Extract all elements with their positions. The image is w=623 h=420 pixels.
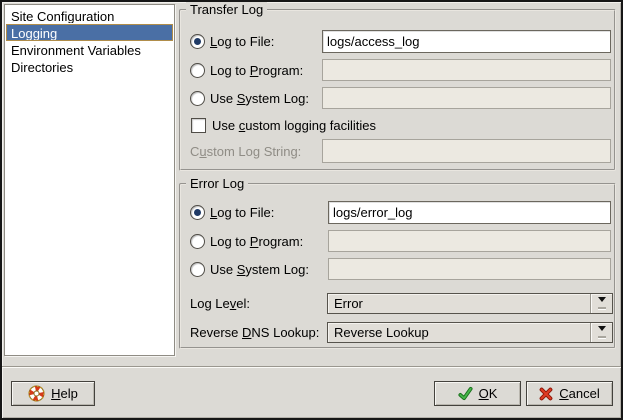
transfer-log-to-program-row: Log to Program: bbox=[190, 59, 611, 81]
reverse-dns-dropdown-button[interactable] bbox=[590, 323, 612, 342]
log-level-value: Error bbox=[328, 296, 590, 311]
transfer-system-log-input bbox=[322, 87, 611, 109]
help-button-label: Help bbox=[51, 386, 78, 401]
log-level-label: Log Level: bbox=[190, 296, 327, 311]
reverse-dns-dropdown[interactable]: Reverse Lookup bbox=[327, 322, 613, 343]
sidebar-item-directories[interactable]: Directories bbox=[6, 58, 173, 75]
logging-dialog: Site Configuration Logging Environment V… bbox=[0, 0, 623, 420]
custom-facilities-row: Use custom logging facilities bbox=[191, 116, 611, 134]
reverse-dns-row: Reverse DNS Lookup: Reverse Lookup bbox=[190, 322, 613, 343]
ok-button-label: OK bbox=[479, 386, 498, 401]
transfer-log-program-input bbox=[322, 59, 611, 81]
custom-facilities-label: Use custom logging facilities bbox=[212, 118, 376, 133]
reverse-dns-label: Reverse DNS Lookup: bbox=[190, 325, 327, 340]
ok-check-icon bbox=[458, 386, 473, 401]
help-button[interactable]: Help bbox=[11, 381, 95, 406]
error-use-system-log-radio[interactable] bbox=[190, 262, 205, 277]
chevron-down-icon bbox=[598, 326, 606, 335]
custom-log-string-input bbox=[322, 139, 611, 163]
sidebar-item-environment-variables[interactable]: Environment Variables bbox=[6, 41, 173, 58]
error-log-to-program-label: Log to Program: bbox=[210, 234, 328, 249]
menu-dash-icon bbox=[598, 307, 606, 310]
transfer-log-frame-title: Transfer Log bbox=[186, 2, 267, 18]
transfer-log-to-file-radio[interactable] bbox=[190, 34, 205, 49]
custom-log-string-row: Custom Log String: bbox=[190, 139, 611, 163]
transfer-log-frame: Transfer Log Log to File: Log to Program… bbox=[179, 9, 616, 171]
error-use-system-log-label: Use System Log: bbox=[210, 262, 328, 277]
transfer-log-to-file-label: Log to File: bbox=[210, 34, 322, 49]
error-log-file-input[interactable] bbox=[328, 201, 611, 224]
cancel-button-label: Cancel bbox=[559, 386, 599, 401]
transfer-log-file-input[interactable] bbox=[322, 30, 611, 53]
custom-log-string-label: Custom Log String: bbox=[190, 144, 322, 159]
help-lifebuoy-icon bbox=[28, 385, 45, 402]
cancel-x-icon bbox=[539, 387, 553, 401]
custom-facilities-checkbox[interactable] bbox=[191, 118, 206, 133]
transfer-use-system-log-radio[interactable] bbox=[190, 91, 205, 106]
error-log-program-input bbox=[328, 230, 611, 252]
error-log-to-program-row: Log to Program: bbox=[190, 230, 611, 252]
cancel-button[interactable]: Cancel bbox=[526, 381, 613, 406]
error-use-system-log-row: Use System Log: bbox=[190, 258, 611, 280]
transfer-use-system-log-row: Use System Log: bbox=[190, 87, 611, 109]
log-level-dropdown[interactable]: Error bbox=[327, 293, 613, 314]
chevron-down-icon bbox=[598, 297, 606, 306]
error-system-log-input bbox=[328, 258, 611, 280]
category-list: Site Configuration Logging Environment V… bbox=[4, 4, 175, 356]
transfer-log-to-program-radio[interactable] bbox=[190, 63, 205, 78]
sidebar-item-site-configuration[interactable]: Site Configuration bbox=[6, 7, 173, 24]
log-level-row: Log Level: Error bbox=[190, 293, 613, 314]
log-level-dropdown-button[interactable] bbox=[590, 294, 612, 313]
error-log-frame-title: Error Log bbox=[186, 176, 248, 192]
error-log-to-program-radio[interactable] bbox=[190, 234, 205, 249]
reverse-dns-value: Reverse Lookup bbox=[328, 325, 590, 340]
error-log-to-file-row: Log to File: bbox=[190, 201, 611, 224]
transfer-use-system-log-label: Use System Log: bbox=[210, 91, 322, 106]
transfer-log-to-program-label: Log to Program: bbox=[210, 63, 322, 78]
error-log-to-file-label: Log to File: bbox=[210, 205, 328, 220]
error-log-frame: Error Log Log to File: Log to Program: U… bbox=[179, 183, 616, 349]
error-log-to-file-radio[interactable] bbox=[190, 205, 205, 220]
ok-button[interactable]: OK bbox=[434, 381, 521, 406]
sidebar-item-logging[interactable]: Logging bbox=[6, 24, 173, 41]
button-area-separator bbox=[2, 366, 621, 368]
menu-dash-icon bbox=[598, 336, 606, 339]
transfer-log-to-file-row: Log to File: bbox=[190, 30, 611, 53]
